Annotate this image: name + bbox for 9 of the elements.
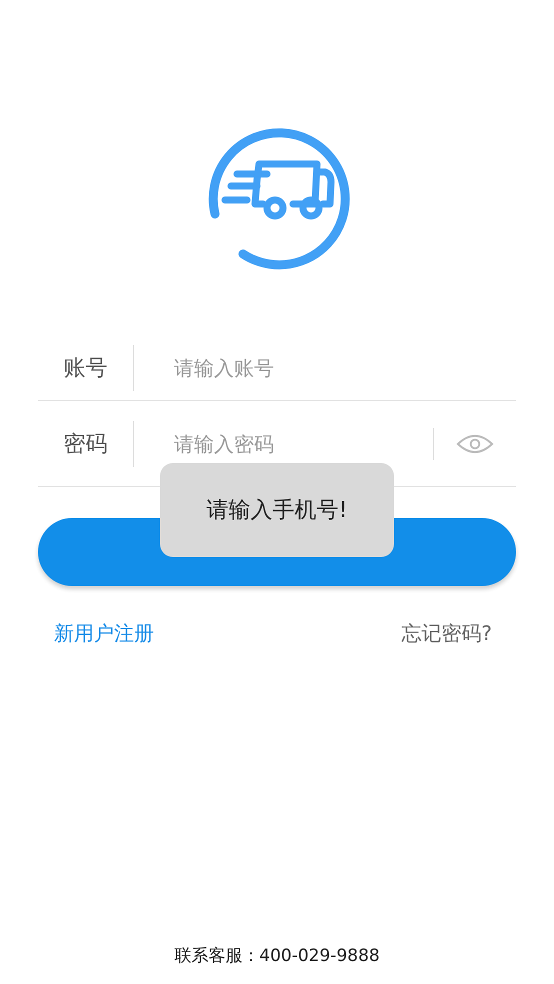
register-link[interactable]: 新用户注册 [54,620,154,647]
input-field[interactable]: 请输入账号 [134,346,516,388]
field-label: 账号 [62,354,108,382]
contact-text: 联系客服：400-029-9888 [173,945,381,967]
input-field[interactable]: 请输入密码 [134,422,433,464]
field-label: 密码 [62,430,108,458]
eye-icon[interactable] [456,432,494,454]
forgot-password-link[interactable]: 忘记密码? [401,620,492,647]
toast-message: 请输入手机号! [160,463,394,557]
